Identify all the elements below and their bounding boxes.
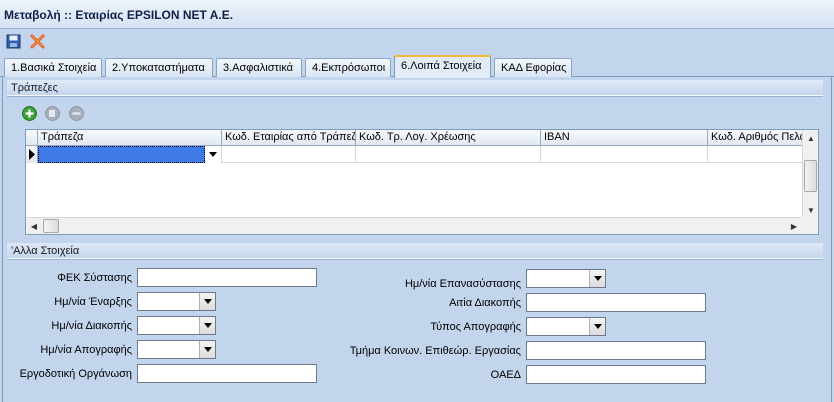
save-icon [6,34,20,48]
chevron-down-icon [593,324,602,329]
edit-icon[interactable] [45,106,60,121]
stop-date-dropdown[interactable] [199,317,215,334]
scroll-up-icon[interactable]: ▲ [803,130,819,146]
iban-cell[interactable] [541,146,708,163]
horizontal-scroll-thumb[interactable] [43,219,59,233]
col-header-iban[interactable]: IBAN [541,130,708,146]
debit-account-cell[interactable] [356,146,541,163]
oaed-input[interactable] [526,365,706,384]
labour-inspection-label: Τμήμα Κοινων. Επιθεώρ. Εργασίας [349,345,521,357]
tab-strip: 1.Βασικά Στοιχεία 2.Υποκαταστήματα 3.Ασφ… [0,55,834,78]
tab-content: Τράπεζες Τράπεζα Κωδ. Εταιρίας από Τράπε… [2,77,832,402]
start-date-dropdown[interactable] [199,293,215,310]
inventory-type-select[interactable] [526,317,606,336]
row-pointer-icon [29,149,35,160]
stop-reason-label: Αιτία Διακοπής [449,297,521,309]
inventory-type-dropdown[interactable] [589,318,605,335]
scroll-right-icon[interactable]: ▶ [786,218,802,234]
start-date-picker[interactable] [137,292,216,311]
reestablish-date-label: Ημ/νία Επανασύστασης [404,278,521,290]
bank-dropdown-button[interactable] [205,146,222,163]
col-header-customer-code[interactable]: Κωδ. Αριθμός Πελά [708,130,802,146]
employer-org-label: Εργοδοτική Οργάνωση [19,368,132,380]
inventory-date-picker[interactable] [137,340,216,359]
company-code-cell[interactable] [222,146,356,163]
other-section-title: 'Αλλα Στοιχεία [7,243,823,260]
chevron-down-icon [209,152,217,157]
chevron-down-icon [593,276,602,281]
stop-reason-input[interactable] [526,293,706,312]
start-date-label: Ημ/νία Έναρξης [54,296,132,308]
banks-grid[interactable]: Τράπεζα Κωδ. Εταιρίας από Τράπεζα Κωδ. Τ… [25,129,819,235]
table-row[interactable] [26,146,802,163]
tab-representatives[interactable]: 4.Εκπρόσωποι [305,58,391,77]
add-icon[interactable] [22,106,37,121]
window-title: Μεταβολή :: Εταιρίας EPSILON NET A.E. [4,8,234,22]
tab-kad[interactable]: ΚΑΔ Εφορίας [494,58,572,77]
chevron-down-icon [203,299,212,304]
customer-code-cell[interactable] [708,146,802,163]
bank-cell[interactable] [38,146,205,163]
reestablish-date-dropdown[interactable] [589,270,605,287]
scroll-down-icon[interactable]: ▼ [803,202,819,218]
close-icon [30,34,44,48]
inventory-type-label: Τύπος Απογραφής [430,321,521,333]
inventory-date-dropdown[interactable] [199,341,215,358]
grid-horizontal-scrollbar[interactable]: ◀ ▶ [26,217,802,234]
tab-branches[interactable]: 2.Υποκαταστήματα [105,58,213,77]
tab-insurance[interactable]: 3.Ασφαλιστικά [216,58,302,77]
stop-date-label: Ημ/νία Διακοπής [51,320,132,332]
grid-header: Τράπεζα Κωδ. Εταιρίας από Τράπεζα Κωδ. Τ… [26,130,802,146]
save-button[interactable] [4,32,22,50]
toolbar [0,29,834,53]
col-header-company-code[interactable]: Κωδ. Εταιρίας από Τράπεζα [222,130,356,146]
col-header-bank[interactable]: Τράπεζα [38,130,222,146]
scroll-left-icon[interactable]: ◀ [26,218,42,234]
tab-other-info[interactable]: 6.Λοιπά Στοιχεία [394,55,491,78]
chevron-down-icon [203,323,212,328]
fek-label: ΦΕΚ Σύστασης [57,272,132,284]
tab-basic[interactable]: 1.Βασικά Στοιχεία [4,58,102,77]
vertical-scroll-thumb[interactable] [804,160,817,192]
cancel-button[interactable] [28,32,46,50]
labour-inspection-input[interactable] [526,341,706,360]
stop-date-picker[interactable] [137,316,216,335]
grid-vertical-scrollbar[interactable]: ▲ ▼ [802,130,818,218]
inventory-date-label: Ημ/νία Απογραφής [40,344,132,356]
reestablish-date-picker[interactable] [526,269,606,288]
employer-org-input[interactable] [137,364,317,383]
delete-icon[interactable] [69,106,84,121]
col-header-debit-account[interactable]: Κωδ. Τρ. Λογ. Χρέωσης [356,130,541,146]
chevron-down-icon [203,347,212,352]
fek-input[interactable] [137,268,317,287]
banks-section-title: Τράπεζες [7,80,823,97]
oaed-label: ΟΑΕΔ [490,369,521,381]
row-indicator [26,146,38,163]
window-titlebar: Μεταβολή :: Εταιρίας EPSILON NET A.E. [0,0,834,29]
